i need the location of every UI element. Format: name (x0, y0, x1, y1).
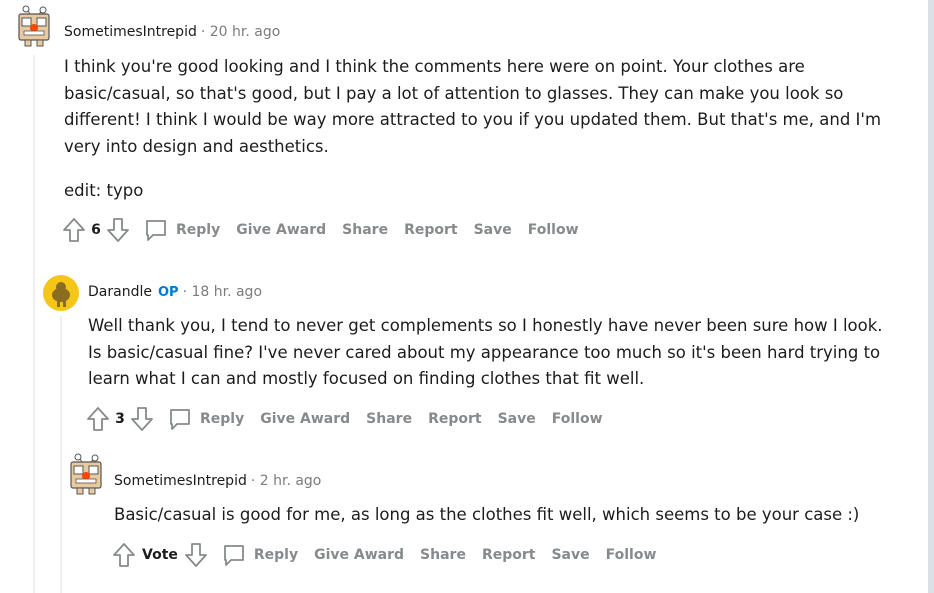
avatar[interactable] (16, 4, 54, 47)
save-button[interactable]: Save (474, 222, 512, 238)
follow-button[interactable]: Follow (606, 547, 657, 563)
op-badge: OP (157, 285, 179, 300)
speech-bubble-icon (146, 220, 166, 241)
downvote-arrow-icon[interactable] (106, 217, 130, 243)
save-button[interactable]: Save (498, 411, 536, 427)
thread-line-2[interactable] (60, 316, 62, 593)
author-name[interactable]: Darandle (88, 284, 152, 300)
timestamp[interactable]: · 20 hr. ago (201, 24, 280, 40)
downvote-arrow-icon[interactable] (184, 542, 208, 568)
comment-paragraph: edit: typo (64, 181, 144, 200)
timestamp[interactable]: · 18 hr. ago (183, 284, 262, 300)
thread-line-1[interactable] (33, 55, 35, 593)
avatar[interactable] (68, 452, 106, 495)
comment-actions: 6 Reply Give Award Share Report Save Fol… (62, 217, 579, 243)
reply-label: Reply (253, 547, 299, 563)
timestamp[interactable]: · 2 hr. ago (251, 473, 322, 489)
upvote-arrow-icon[interactable] (86, 406, 110, 432)
share-button[interactable]: Share (366, 411, 412, 427)
speech-bubble-icon (170, 409, 190, 430)
snoo-robot-icon (18, 5, 50, 47)
vote-label: Vote (142, 547, 178, 563)
report-button[interactable]: Report (482, 547, 536, 563)
follow-button[interactable]: Follow (552, 411, 603, 427)
upvote-arrow-icon[interactable] (62, 217, 86, 243)
comment-paragraph: Basic/casual is good for me, as long as … (114, 505, 860, 524)
reply-label: Reply (200, 411, 245, 427)
share-button[interactable]: Share (420, 547, 466, 563)
comment-body: Well thank you, I tend to never get comp… (88, 313, 888, 393)
vote-score: 3 (115, 411, 125, 427)
author-name[interactable]: SometimesIntrepid (64, 24, 197, 40)
comment-body: I think you're good looking and I think … (64, 54, 884, 205)
vote-score: 6 (91, 222, 101, 238)
speech-bubble-icon (223, 545, 244, 566)
report-button[interactable]: Report (428, 411, 482, 427)
save-button[interactable]: Save (551, 547, 589, 563)
reply-button[interactable]: Reply (222, 543, 298, 567)
snoo-robot-icon (70, 453, 102, 495)
comment-header: Darandle OP · 18 hr. ago (88, 284, 262, 300)
comment-body: Basic/casual is good for me, as long as … (114, 502, 904, 529)
reply-button[interactable]: Reply (168, 407, 244, 431)
comment-paragraph: I think you're good looking and I think … (64, 57, 882, 156)
give-award-button[interactable]: Give Award (236, 222, 326, 238)
reply-button[interactable]: Reply (144, 218, 220, 242)
follow-button[interactable]: Follow (528, 222, 579, 238)
author-name[interactable]: SometimesIntrepid (114, 473, 247, 489)
comment-actions: Vote Reply Give Award Share Report Save … (112, 542, 656, 568)
give-award-button[interactable]: Give Award (260, 411, 350, 427)
reply-label: Reply (176, 222, 221, 238)
give-award-button[interactable]: Give Award (314, 547, 404, 563)
avatar[interactable] (42, 274, 80, 312)
snoo-yellow-icon (43, 275, 79, 311)
report-button[interactable]: Report (404, 222, 458, 238)
comment-paragraph: Well thank you, I tend to never get comp… (88, 316, 883, 388)
share-button[interactable]: Share (342, 222, 388, 238)
comment-actions: 3 Reply Give Award Share Report Save Fol… (86, 406, 603, 432)
comment-header: SometimesIntrepid · 20 hr. ago (64, 24, 280, 40)
downvote-arrow-icon[interactable] (130, 406, 154, 432)
comment-header: SometimesIntrepid · 2 hr. ago (114, 473, 321, 489)
upvote-arrow-icon[interactable] (112, 542, 136, 568)
page-right-border (928, 0, 934, 593)
